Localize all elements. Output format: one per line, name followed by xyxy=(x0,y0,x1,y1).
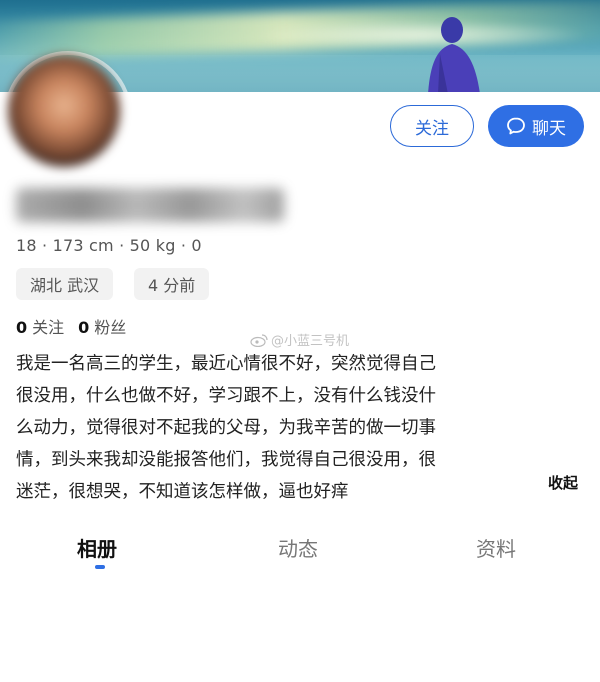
bio-line: 很没用，什么也做不好，学习跟不上，没有什么钱没什 xyxy=(16,386,436,406)
bio-line: 情，到头来我却没能报答他们，我觉得自己很没用，很 xyxy=(16,450,436,470)
silhouette-figure-icon xyxy=(428,17,480,92)
bio-text: 我是一名高三的学生，最近心情很不好，突然觉得自己 很没用，什么也做不好，学习跟不… xyxy=(16,348,536,508)
last-active-tag: 4 分前 xyxy=(134,268,210,300)
location-label: 湖北 武汉 xyxy=(30,276,100,295)
chat-button-label: 聊天 xyxy=(532,118,566,139)
following-count: 0 xyxy=(16,318,28,337)
weibo-icon xyxy=(250,333,268,347)
followers-label: 粉丝 xyxy=(94,318,127,337)
profile-page: 关注 聊天 18 · 173 cm · 50 kg · 0 湖北 武汉 4 分前… xyxy=(0,0,600,682)
follow-button[interactable]: 关注 xyxy=(390,105,474,147)
followers-count: 0 xyxy=(78,318,90,337)
watermark-text: @小蓝三号机 xyxy=(271,334,350,349)
tab-album[interactable]: 相册 xyxy=(77,533,117,562)
followers-stat[interactable]: 0 粉丝 xyxy=(78,314,126,338)
location-tag: 湖北 武汉 xyxy=(16,268,114,300)
profile-tabs: 相册 动态 资料 xyxy=(0,525,600,575)
bio-line: 我是一名高三的学生，最近心情很不好，突然觉得自己 xyxy=(16,354,436,374)
collapse-bio-button[interactable]: 收起 xyxy=(548,472,578,493)
active-tab-indicator xyxy=(95,565,105,569)
watermark: @小蓝三号机 xyxy=(250,330,349,349)
last-active-label: 4 分前 xyxy=(148,276,196,295)
follow-stats: 0 关注 0 粉丝 xyxy=(16,314,126,338)
bio-line: 么动力，觉得很对不起我的父母，为我辛苦的做一切事 xyxy=(16,418,436,438)
tab-profile-info[interactable]: 资料 xyxy=(476,533,516,562)
chat-bubble-icon xyxy=(507,117,525,135)
following-label: 关注 xyxy=(32,318,65,337)
tab-dynamic[interactable]: 动态 xyxy=(278,533,318,562)
avatar[interactable] xyxy=(8,55,120,167)
bio-line: 迷茫，很想哭，不知道该怎样做，逼也好痒 xyxy=(16,482,349,502)
chat-button[interactable]: 聊天 xyxy=(488,105,584,147)
following-stat[interactable]: 0 关注 xyxy=(16,314,64,338)
follow-button-label: 关注 xyxy=(415,118,449,139)
username-blurred xyxy=(16,188,284,222)
user-stats-line: 18 · 173 cm · 50 kg · 0 xyxy=(16,236,202,255)
